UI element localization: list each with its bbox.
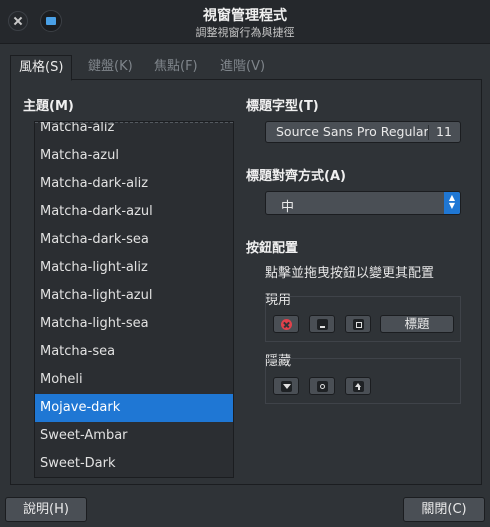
maximize-icon	[353, 319, 364, 330]
chevron-up-down-icon: ▲ ▼	[444, 192, 460, 214]
keep-above-button-item[interactable]	[345, 377, 371, 395]
list-item[interactable]: Matcha-dark-aliz	[35, 170, 233, 198]
list-item[interactable]: Sweet-Ambar	[35, 422, 233, 450]
shade-button-item[interactable]	[273, 377, 299, 395]
list-item[interactable]: Sweet-Dark	[35, 450, 233, 477]
title-font-button[interactable]: Source Sans Pro Regular 11	[265, 121, 461, 143]
tab-bar: 風格(S) 鍵盤(K) 焦點(F) 進階(V)	[10, 55, 482, 81]
maximize-button-item[interactable]	[345, 315, 371, 333]
keep-above-arrow-icon	[353, 381, 364, 392]
title-font-label: 標題字型(T)	[246, 99, 319, 114]
tab-style[interactable]: 風格(S)	[10, 55, 73, 81]
theme-label: 主題(M)	[23, 99, 74, 114]
close-button[interactable]: 關閉(C)	[403, 497, 485, 522]
button-layout-label: 按鈕配置	[246, 241, 299, 256]
tab-advanced[interactable]: 進階(V)	[212, 55, 273, 80]
list-item[interactable]: Moheli	[35, 366, 233, 394]
close-button-item[interactable]	[273, 315, 299, 333]
font-size: 11	[436, 124, 452, 139]
font-divider	[428, 125, 429, 140]
title-alignment-label: 標題對齊方式(A)	[246, 169, 346, 184]
button-layout-hint: 點擊並拖曳按鈕以變更其配置	[265, 266, 435, 281]
tab-focus[interactable]: 焦點(F)	[146, 55, 206, 80]
window-subtitle: 調整視窗行為與捷徑	[195, 26, 295, 39]
title-bar: 視窗管理程式 調整視窗行為與捷徑	[0, 0, 490, 44]
list-item[interactable]: Matcha-light-sea	[35, 310, 233, 338]
font-name: Source Sans Pro Regular	[276, 124, 429, 139]
list-item[interactable]: Matcha-dark-sea	[35, 226, 233, 254]
minimize-icon	[317, 319, 328, 330]
tab-keyboard[interactable]: 鍵盤(K)	[80, 55, 141, 80]
sticky-button-item[interactable]	[309, 377, 335, 395]
list-item[interactable]: Matcha-light-azul	[35, 282, 233, 310]
minimize-button-item[interactable]	[309, 315, 335, 333]
alignment-value: 中	[281, 200, 295, 215]
list-item-selected[interactable]: Mojave-dark	[35, 394, 233, 422]
list-item[interactable]: Matcha-sea	[35, 338, 233, 366]
title-button-item[interactable]: 標題	[380, 315, 454, 333]
list-item[interactable]: Matcha-light-aliz	[35, 254, 233, 282]
list-item[interactable]: Matcha-dark-azul	[35, 198, 233, 226]
help-button[interactable]: 說明(H)	[5, 497, 87, 522]
list-item[interactable]: Matcha-azul	[35, 142, 233, 170]
theme-list[interactable]: Matcha-aliz Matcha-azul Matcha-dark-aliz…	[34, 121, 234, 478]
title-alignment-select[interactable]: 中 ▲ ▼	[265, 191, 461, 215]
close-icon	[281, 319, 292, 330]
window-title: 視窗管理程式	[203, 8, 287, 24]
list-item[interactable]: Matcha-aliz	[35, 122, 233, 142]
sticky-circle-icon	[317, 381, 328, 392]
shade-down-icon	[281, 381, 292, 392]
